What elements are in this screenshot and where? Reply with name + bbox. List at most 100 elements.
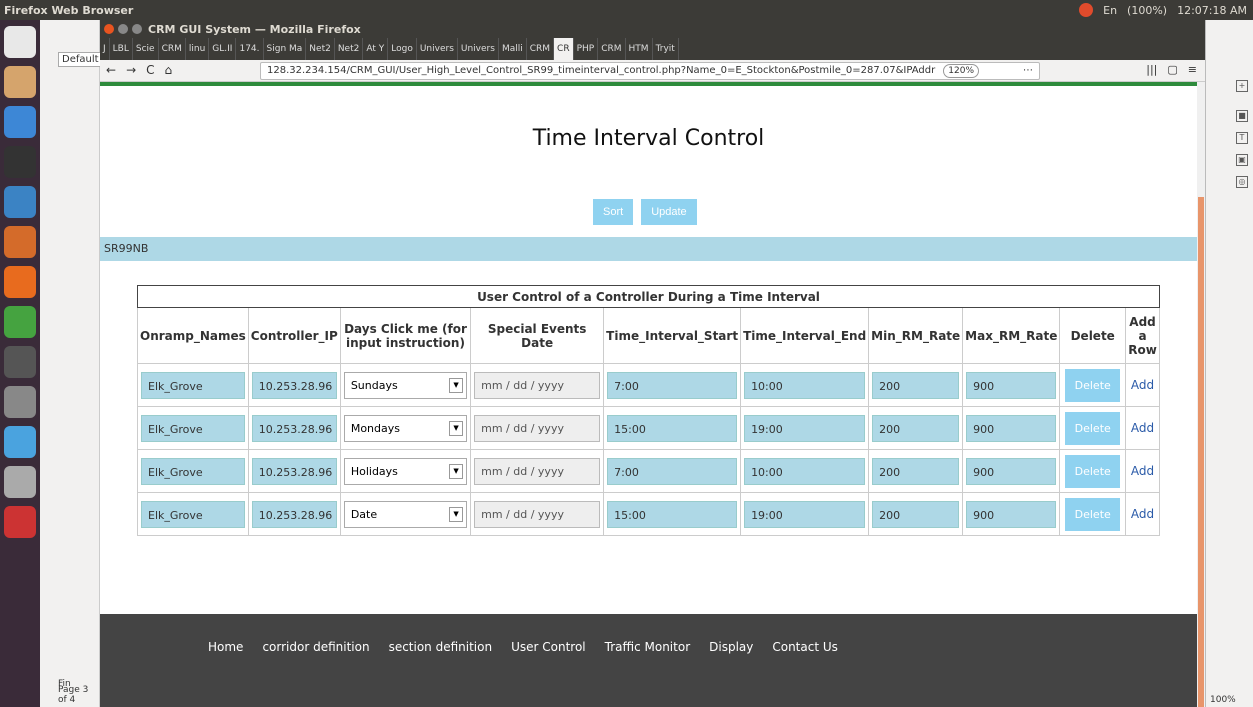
footer-link[interactable]: corridor definition: [262, 640, 369, 654]
sort-button[interactable]: Sort: [593, 199, 634, 225]
settings-icon[interactable]: [4, 386, 36, 418]
interval-start-field[interactable]: 7:00: [607, 371, 738, 399]
controller-ip-field[interactable]: 10.253.28.96: [251, 371, 337, 399]
window-controls[interactable]: [104, 24, 142, 34]
ubuntu-logo-icon[interactable]: [4, 26, 36, 58]
impress-icon[interactable]: [4, 226, 36, 258]
power-icon[interactable]: [1079, 3, 1094, 17]
browser-tab[interactable]: GL.II: [209, 38, 237, 60]
url-bar[interactable]: 128.32.234.154/CRM_GUI/User_High_Level_C…: [260, 62, 1040, 80]
browser-tab[interactable]: PHP: [574, 38, 599, 60]
add-row-link[interactable]: Add: [1125, 492, 1160, 536]
browser-tab[interactable]: LBL: [110, 38, 133, 60]
thunderbird-icon[interactable]: [4, 106, 36, 138]
min-rate-field[interactable]: 200: [872, 414, 960, 442]
browser-tab[interactable]: Net2: [306, 38, 335, 60]
browser-tab[interactable]: Logo: [388, 38, 417, 60]
browser-tab[interactable]: Univers: [458, 38, 499, 60]
browser-tab[interactable]: Univers: [417, 38, 458, 60]
sidebar-icon[interactable]: ▢: [1167, 63, 1177, 76]
days-select[interactable]: Mondays ▼: [343, 414, 468, 442]
delete-button[interactable]: Delete: [1065, 368, 1121, 402]
unknown-icon[interactable]: [4, 346, 36, 378]
add-row-link[interactable]: Add: [1125, 406, 1160, 450]
system-tray[interactable]: En (100%) 12:07:18 AM: [1079, 3, 1247, 17]
onramp-field[interactable]: Elk_Grove: [141, 414, 245, 442]
controller-ip-field[interactable]: 10.253.28.96: [251, 500, 337, 528]
footer-link[interactable]: section definition: [389, 640, 493, 654]
footer-link[interactable]: Contact Us: [772, 640, 838, 654]
interval-end-field[interactable]: 19:00: [744, 500, 866, 528]
add-row-link[interactable]: Add: [1125, 449, 1160, 493]
special-date-input[interactable]: mm / dd / yyyy: [474, 500, 601, 528]
days-select[interactable]: Date ▼: [343, 500, 468, 528]
min-rate-field[interactable]: 200: [872, 371, 960, 399]
back-icon[interactable]: ←: [106, 63, 116, 77]
acrobat-icon[interactable]: [4, 506, 36, 538]
forward-icon[interactable]: →: [126, 63, 136, 77]
browser-tab[interactable]: CRM: [527, 38, 555, 60]
max-rate-field[interactable]: 900: [966, 457, 1057, 485]
battery-status[interactable]: (100%): [1127, 4, 1167, 17]
browser-tab[interactable]: HTM: [626, 38, 653, 60]
home-icon[interactable]: ⌂: [165, 63, 173, 77]
page-scrollbar[interactable]: [1197, 82, 1205, 707]
days-select[interactable]: Sundays ▼: [343, 371, 468, 399]
interval-end-field[interactable]: 10:00: [744, 457, 866, 485]
browser-tab[interactable]: linu: [186, 38, 210, 60]
url-text[interactable]: 128.32.234.154/CRM_GUI/User_High_Level_C…: [267, 65, 935, 76]
browser-tab[interactable]: CRM: [159, 38, 186, 60]
pin-icon[interactable]: +: [1236, 80, 1248, 92]
calc-icon[interactable]: [4, 306, 36, 338]
update-button[interactable]: Update: [641, 199, 697, 225]
clock[interactable]: 12:07:18 AM: [1177, 4, 1247, 17]
browser-tab[interactable]: 174.: [236, 38, 264, 60]
reload-icon[interactable]: C: [146, 63, 154, 77]
menu-icon[interactable]: ≡: [1188, 63, 1197, 76]
add-row-link[interactable]: Add: [1125, 363, 1160, 407]
footer-link[interactable]: Home: [208, 640, 243, 654]
image-icon[interactable]: ▣: [1236, 154, 1248, 166]
browser-tab[interactable]: Tryit: [653, 38, 679, 60]
browser-tab[interactable]: J: [100, 38, 110, 60]
interval-end-field[interactable]: 10:00: [744, 371, 866, 399]
min-rate-field[interactable]: 200: [872, 457, 960, 485]
days-select[interactable]: Holidays ▼: [343, 457, 468, 485]
layout-icon[interactable]: ■: [1236, 110, 1248, 122]
footer-link[interactable]: Traffic Monitor: [605, 640, 690, 654]
interval-start-field[interactable]: 7:00: [607, 457, 738, 485]
delete-button[interactable]: Delete: [1065, 454, 1121, 488]
chrome-icon[interactable]: [4, 426, 36, 458]
onramp-field[interactable]: Elk_Grove: [141, 457, 245, 485]
min-rate-field[interactable]: 200: [872, 500, 960, 528]
max-rate-field[interactable]: 900: [966, 500, 1057, 528]
page-actions-icon[interactable]: ⋯: [1023, 63, 1033, 79]
browser-tab[interactable]: Malli: [499, 38, 527, 60]
library-icon[interactable]: |||: [1146, 63, 1157, 76]
special-date-input[interactable]: mm / dd / yyyy: [474, 414, 601, 442]
writer-icon[interactable]: [4, 186, 36, 218]
browser-tab[interactable]: CR: [554, 38, 574, 60]
text-icon[interactable]: T: [1236, 132, 1248, 144]
onramp-field[interactable]: Elk_Grove: [141, 500, 245, 528]
controller-ip-field[interactable]: 10.253.28.96: [251, 414, 337, 442]
footer-link[interactable]: Display: [709, 640, 753, 654]
browser-tab[interactable]: Net2: [335, 38, 364, 60]
max-rate-field[interactable]: 900: [966, 371, 1057, 399]
interval-end-field[interactable]: 19:00: [744, 414, 866, 442]
compass-icon[interactable]: ◎: [1236, 176, 1248, 188]
default-dropdown[interactable]: Default: [58, 52, 103, 67]
keyboard-layout[interactable]: En: [1103, 4, 1117, 17]
controller-ip-field[interactable]: 10.253.28.96: [251, 457, 337, 485]
files-icon[interactable]: [4, 66, 36, 98]
browser-tab[interactable]: CRM: [598, 38, 626, 60]
special-date-input[interactable]: mm / dd / yyyy: [474, 457, 601, 485]
browser-tab[interactable]: Scie: [133, 38, 159, 60]
assistant-icon[interactable]: [4, 466, 36, 498]
special-date-input[interactable]: mm / dd / yyyy: [474, 371, 601, 399]
maximize-icon[interactable]: [132, 24, 142, 34]
onramp-field[interactable]: Elk_Grove: [141, 371, 245, 399]
firefox-icon[interactable]: [4, 266, 36, 298]
delete-button[interactable]: Delete: [1065, 497, 1121, 531]
scrollbar-thumb[interactable]: [1198, 197, 1204, 707]
